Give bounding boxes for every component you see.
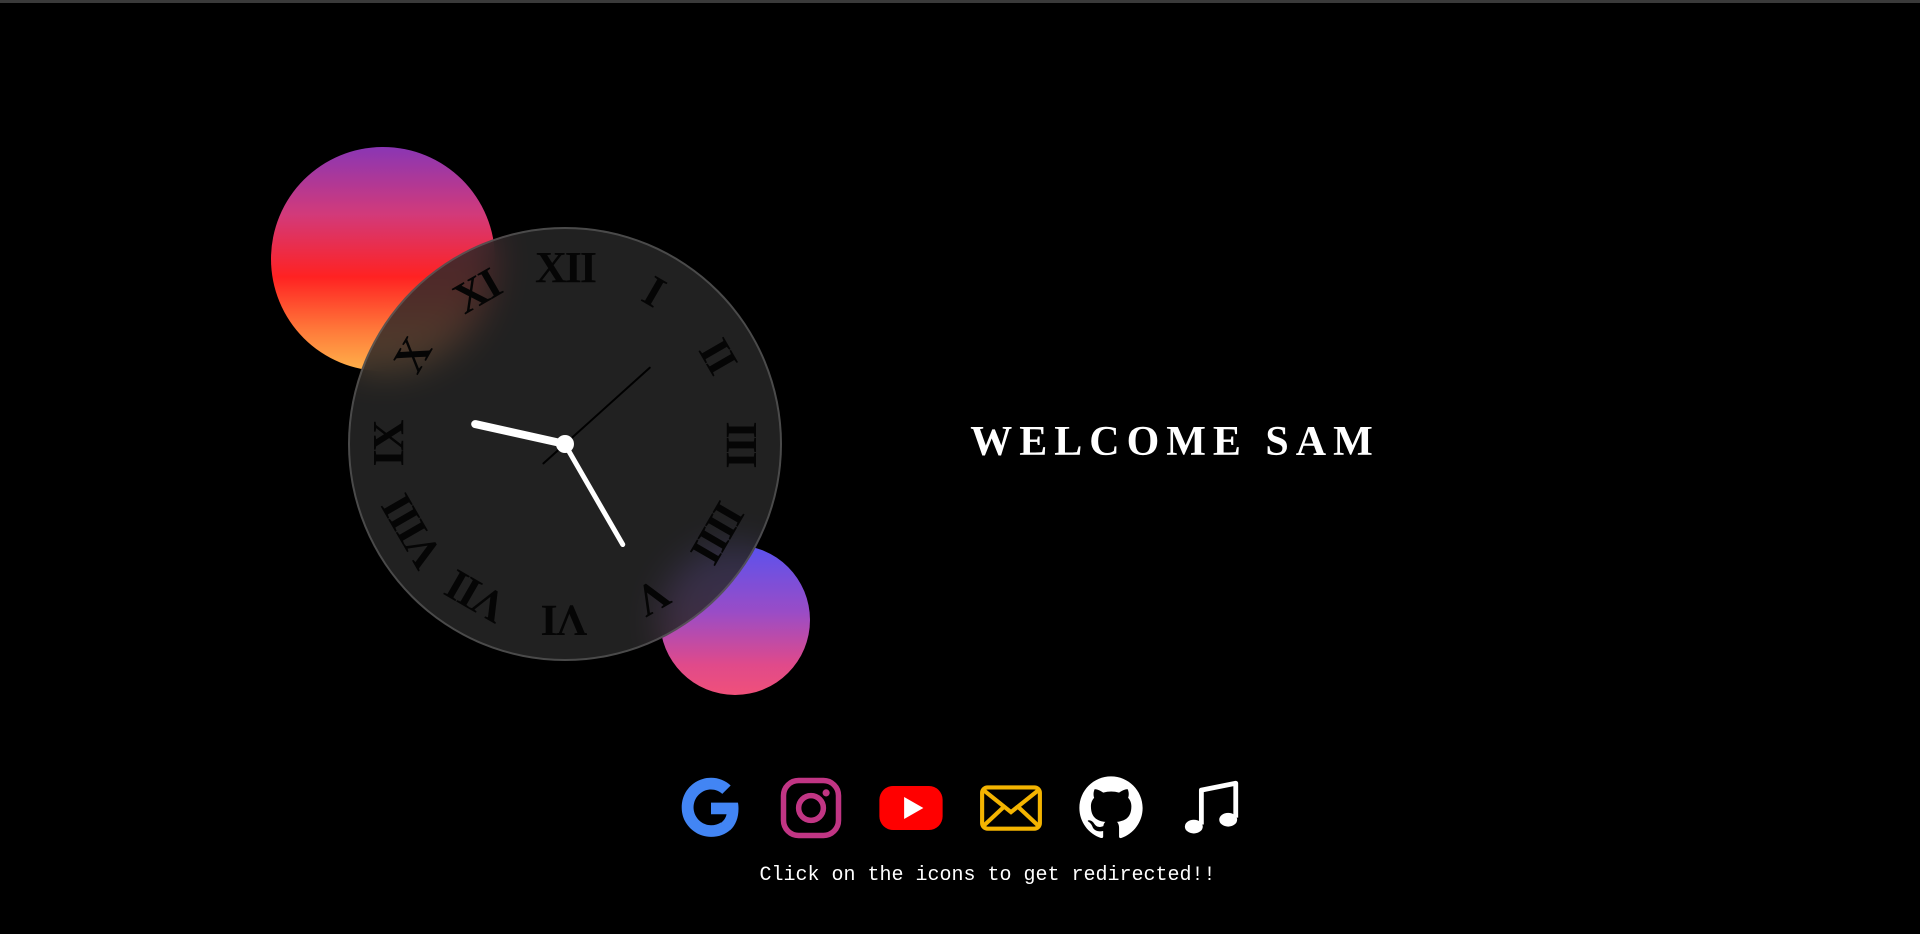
music-link[interactable]: [1178, 775, 1244, 841]
welcome-heading: WELCOME SAM: [970, 419, 1380, 465]
youtube-link[interactable]: [878, 775, 944, 841]
music-note-icon: [1184, 780, 1239, 834]
clock-minute-hand: [562, 442, 627, 548]
youtube-icon: [879, 786, 943, 830]
mail-icon: [980, 785, 1042, 831]
redirect-hint-text: Click on the icons to get redirected!!: [759, 864, 1216, 887]
mail-link[interactable]: [978, 775, 1044, 841]
instagram-link[interactable]: [778, 775, 844, 841]
clock-center-pin: [556, 435, 574, 453]
clock-hour-hand: [470, 419, 566, 448]
google-link[interactable]: [678, 775, 744, 841]
analog-clock: XI X IX VIII VII VI V IIII III II I XII: [348, 227, 782, 661]
github-link[interactable]: [1078, 775, 1144, 841]
instagram-icon: [780, 777, 842, 839]
clock-numeral: XII: [534, 243, 597, 292]
github-icon: [1079, 776, 1143, 839]
window-top-border: [0, 0, 1920, 3]
google-icon: [681, 777, 739, 837]
